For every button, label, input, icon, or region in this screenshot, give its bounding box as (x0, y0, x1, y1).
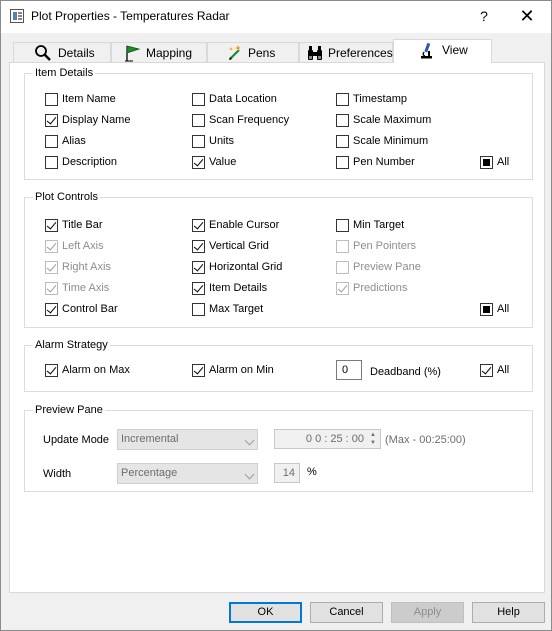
preview-pane-title: Preview Pane (33, 403, 105, 417)
title-bar: Plot Properties - Temperatures Radar ? ✕ (1, 1, 551, 33)
data-location-checkbox[interactable]: Data Location (192, 91, 277, 107)
ok-button[interactable]: OK (229, 602, 302, 623)
time-axis-checkbox: Time Axis (45, 280, 109, 296)
scan-frequency-checkbox[interactable]: Scan Frequency (192, 112, 289, 128)
value-checkbox[interactable]: Value (192, 154, 236, 170)
tab-details-label: Details (58, 46, 95, 60)
tab-preferences[interactable]: Preferences (299, 42, 393, 62)
preview-pane-checkbox: Preview Pane (336, 259, 421, 275)
tab-view-label: View (442, 43, 468, 57)
item-details-checkbox[interactable]: Item Details (192, 280, 267, 296)
apply-button: Apply (391, 602, 464, 623)
dialog-window: Plot Properties - Temperatures Radar ? ✕… (0, 0, 552, 631)
tab-pens-label: Pens (248, 46, 276, 60)
pen-pointers-checkbox: Pen Pointers (336, 238, 416, 254)
binoculars-icon (308, 46, 322, 60)
preview-pane-group: Preview Pane Update Mode Incremental 0 0… (24, 403, 533, 492)
help-button[interactable]: Help (472, 602, 545, 623)
max-target-checkbox[interactable]: Max Target (192, 301, 263, 317)
alarm-strategy-all-checkbox[interactable]: All (480, 362, 509, 378)
tab-preferences-label: Preferences (328, 46, 393, 60)
deadband-label: Deadband (%) (370, 366, 441, 378)
min-target-checkbox[interactable]: Min Target (336, 217, 404, 233)
app-icon (10, 9, 24, 23)
tab-pens[interactable]: Pens (207, 42, 299, 62)
control-bar-checkbox[interactable]: Control Bar (45, 301, 118, 317)
item-details-group: Item Details Item Name Display Name Alia… (24, 66, 533, 180)
item-name-checkbox[interactable]: Item Name (45, 91, 116, 107)
help-title-button[interactable]: ? (471, 5, 497, 27)
close-button[interactable]: ✕ (509, 4, 545, 28)
alias-checkbox[interactable]: Alias (45, 133, 86, 149)
horizontal-grid-checkbox[interactable]: Horizontal Grid (192, 259, 282, 275)
enable-cursor-checkbox[interactable]: Enable Cursor (192, 217, 279, 233)
tab-view[interactable]: View (393, 39, 492, 63)
flag-icon (125, 45, 141, 62)
pen-number-checkbox[interactable]: Pen Number (336, 154, 415, 170)
window-title: Plot Properties - Temperatures Radar (31, 9, 230, 23)
width-value-input: 14 (274, 463, 300, 483)
vertical-grid-checkbox[interactable]: Vertical Grid (192, 238, 269, 254)
tab-details[interactable]: Details (13, 42, 111, 62)
alarm-strategy-title: Alarm Strategy (33, 338, 110, 352)
view-tab-page: Item Details Item Name Display Name Alia… (9, 62, 545, 593)
predictions-checkbox: Predictions (336, 280, 407, 296)
width-mode-select: Percentage (117, 463, 258, 484)
plot-controls-group: Plot Controls Title Bar Left Axis Right … (24, 190, 533, 328)
alarm-on-min-checkbox[interactable]: Alarm on Min (192, 362, 274, 378)
item-details-all-checkbox[interactable]: All (480, 154, 509, 170)
tab-strip: Details Mapping Pens Preferences View (9, 39, 545, 63)
chevron-down-icon (244, 469, 255, 480)
chevron-down-icon (244, 435, 255, 446)
scale-maximum-checkbox[interactable]: Scale Maximum (336, 112, 431, 128)
description-checkbox[interactable]: Description (45, 154, 117, 170)
right-axis-checkbox: Right Axis (45, 259, 111, 275)
tab-mapping-label: Mapping (146, 46, 193, 60)
update-mode-label: Update Mode (43, 434, 110, 446)
cancel-button[interactable]: Cancel (310, 602, 383, 623)
width-unit-label: % (307, 466, 317, 478)
timestamp-checkbox[interactable]: Timestamp (336, 91, 407, 107)
update-interval-input: 0 0 : 25 : 00 ▲ ▼ (274, 429, 381, 449)
update-mode-select: Incremental (117, 429, 258, 450)
plot-controls-all-checkbox[interactable]: All (480, 301, 509, 317)
deadband-input[interactable]: 0 (336, 360, 362, 380)
pen-sparkle-icon (229, 45, 241, 60)
item-details-title: Item Details (33, 66, 96, 80)
units-checkbox[interactable]: Units (192, 133, 234, 149)
spinner-icon: ▲ ▼ (370, 432, 376, 446)
alarm-on-max-checkbox[interactable]: Alarm on Max (45, 362, 130, 378)
magnifier-icon (35, 45, 51, 61)
microscope-icon (421, 42, 432, 59)
scale-minimum-checkbox[interactable]: Scale Minimum (336, 133, 428, 149)
left-axis-checkbox: Left Axis (45, 238, 104, 254)
width-label: Width (43, 468, 72, 480)
alarm-strategy-group: Alarm Strategy Alarm on Max Alarm on Min… (24, 338, 533, 392)
display-name-checkbox[interactable]: Display Name (45, 112, 130, 128)
plot-controls-title: Plot Controls (33, 190, 100, 204)
tab-mapping[interactable]: Mapping (111, 42, 207, 62)
title-bar-checkbox[interactable]: Title Bar (45, 217, 103, 233)
max-interval-hint: (Max - 00:25:00) (385, 434, 466, 446)
